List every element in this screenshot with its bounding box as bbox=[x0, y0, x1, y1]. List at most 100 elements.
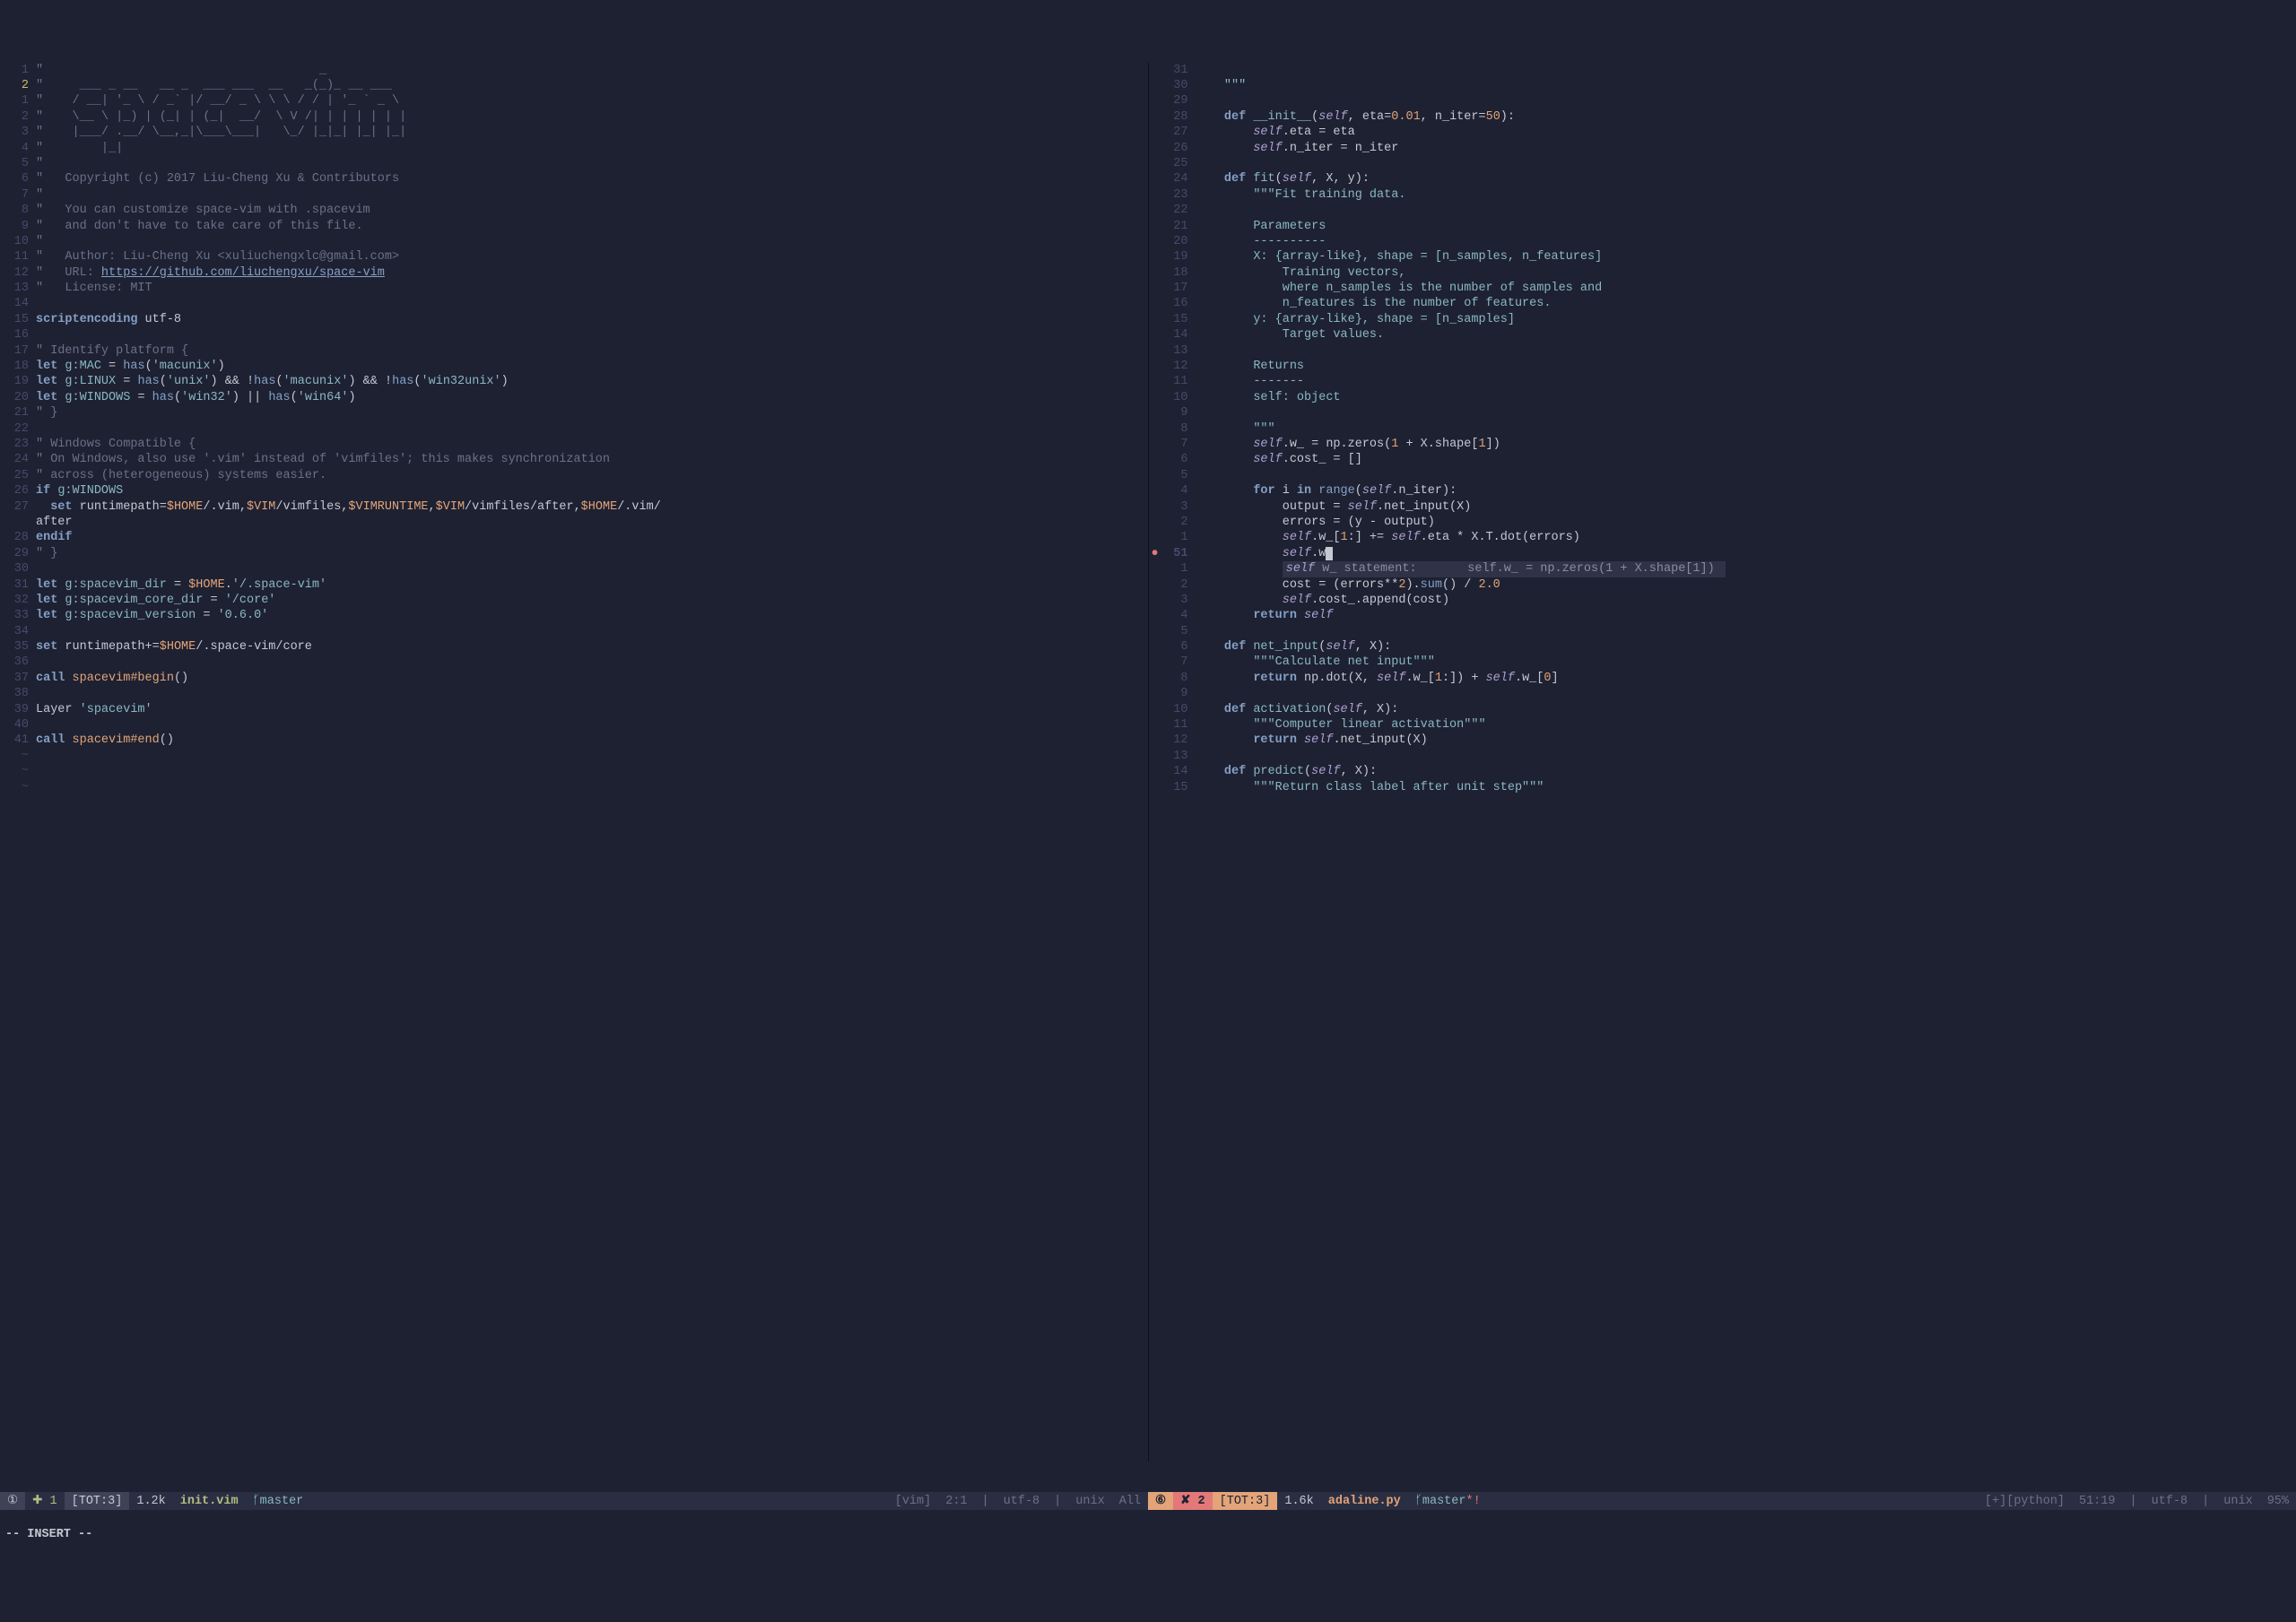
code-line[interactable]: 13 bbox=[1149, 343, 2296, 359]
code-line[interactable]: 8 """ bbox=[1149, 421, 2296, 437]
right-status-ff: unix bbox=[2216, 1492, 2259, 1510]
code-line[interactable]: 16 n_features is the number of features. bbox=[1149, 296, 2296, 311]
code-line[interactable]: ●51 self.w bbox=[1149, 546, 2296, 561]
right-editor-pane[interactable]: 31 30 """ 29 28 def __init__(self, eta=0… bbox=[1149, 63, 2296, 1462]
code-line[interactable]: 29 bbox=[1149, 93, 2296, 108]
code-line[interactable]: 21 Parameters bbox=[1149, 219, 2296, 234]
code-line[interactable]: 4 for i in range(self.n_iter): bbox=[1149, 483, 2296, 499]
code-line[interactable]: 32let g:spacevim_core_dir = '/core' bbox=[0, 593, 1148, 608]
code-line[interactable]: 24" On Windows, also use '.vim' instead … bbox=[0, 452, 1148, 467]
code-line[interactable]: 1 self.w_[1:] += self.eta * X.T.dot(erro… bbox=[1149, 530, 2296, 545]
code-line[interactable]: 9 bbox=[1149, 686, 2296, 701]
code-line[interactable]: 3 self.cost_.append(cost) bbox=[1149, 593, 2296, 608]
code-line[interactable]: 21" } bbox=[0, 405, 1148, 421]
code-line[interactable]: 39Layer 'spacevim' bbox=[0, 702, 1148, 717]
code-line[interactable]: 12 return self.net_input(X) bbox=[1149, 733, 2296, 748]
code-line[interactable]: 3" |___/ .__/ \__,_|\___\___| \_/ |_|_| … bbox=[0, 125, 1148, 140]
left-status-filename: init.vim bbox=[173, 1492, 246, 1510]
code-line[interactable]: 26if g:WINDOWS bbox=[0, 483, 1148, 499]
code-line[interactable]: 6 def net_input(self, X): bbox=[1149, 639, 2296, 655]
code-line[interactable]: 9" and don't have to take care of this f… bbox=[0, 219, 1148, 234]
code-line[interactable]: 2 cost = (errors**2).sum() / 2.0 bbox=[1149, 577, 2296, 593]
code-line[interactable]: 13 bbox=[1149, 749, 2296, 764]
code-line[interactable]: 18let g:MAC = has('macunix') bbox=[0, 359, 1148, 374]
code-line[interactable]: 7 self.w_ = np.zeros(1 + X.shape[1]) bbox=[1149, 437, 2296, 452]
code-line[interactable]: 24 def fit(self, X, y): bbox=[1149, 171, 2296, 186]
code-line[interactable]: 17" Identify platform { bbox=[0, 343, 1148, 359]
code-line[interactable]: 28endif bbox=[0, 530, 1148, 545]
code-line[interactable]: 2" \__ \ |_) | (_| | (_| __/ \ V /| | | … bbox=[0, 109, 1148, 125]
code-line[interactable]: 25" across (heterogeneous) systems easie… bbox=[0, 468, 1148, 483]
completion-popup-item[interactable]: 1 self w_ statement: self.w_ = np.zeros(… bbox=[1149, 561, 2296, 577]
code-line[interactable]: 18 Training vectors, bbox=[1149, 265, 2296, 281]
code-line[interactable]: 10 def activation(self, X): bbox=[1149, 702, 2296, 717]
code-line[interactable]: 40 bbox=[0, 717, 1148, 733]
code-line[interactable]: 15 y: {array-like}, shape = [n_samples] bbox=[1149, 312, 2296, 327]
statusline-row: ① ✚ 1 [TOT:3] 1.2k init.vim ᚶ master [vi… bbox=[0, 1492, 2296, 1510]
code-line[interactable]: 35set runtimepath+=$HOME/.space-vim/core bbox=[0, 639, 1148, 655]
code-line[interactable]: 9 bbox=[1149, 405, 2296, 421]
code-line[interactable]: 11" Author: Liu-Cheng Xu <xuliuchengxlc@… bbox=[0, 249, 1148, 265]
code-line[interactable]: 37call spacevim#begin() bbox=[0, 671, 1148, 686]
code-line[interactable]: 19 X: {array-like}, shape = [n_samples, … bbox=[1149, 249, 2296, 265]
code-line[interactable]: 16 bbox=[0, 327, 1148, 343]
code-line[interactable]: 7" bbox=[0, 187, 1148, 203]
code-line[interactable]: 22 bbox=[0, 421, 1148, 437]
code-line[interactable]: 13" License: MIT bbox=[0, 281, 1148, 296]
code-line[interactable]: 1" / __| '_ \ / _` |/ __/ _ \ \ \ / / | … bbox=[0, 93, 1148, 108]
code-line[interactable]: 33let g:spacevim_version = '0.6.0' bbox=[0, 608, 1148, 623]
code-line[interactable]: 10 self: object bbox=[1149, 390, 2296, 405]
code-line[interactable]: 6" Copyright (c) 2017 Liu-Cheng Xu & Con… bbox=[0, 171, 1148, 186]
code-line[interactable]: 1" _ bbox=[0, 63, 1148, 78]
code-line[interactable]: 29" } bbox=[0, 546, 1148, 561]
code-line[interactable]: 36 bbox=[0, 655, 1148, 670]
code-line[interactable]: after bbox=[0, 515, 1148, 530]
code-line[interactable]: 19let g:LINUX = has('unix') && !has('mac… bbox=[0, 374, 1148, 389]
code-line[interactable]: 31let g:spacevim_dir = $HOME.'/.space-vi… bbox=[0, 577, 1148, 593]
code-line[interactable]: 5 bbox=[1149, 468, 2296, 483]
code-line[interactable]: 26 self.n_iter = n_iter bbox=[1149, 141, 2296, 156]
code-line[interactable]: 14 bbox=[0, 296, 1148, 311]
mode-indicator: -- INSERT -- bbox=[0, 1526, 2296, 1544]
code-line[interactable]: 27 self.eta = eta bbox=[1149, 125, 2296, 140]
code-line[interactable]: 2" ___ _ __ __ _ ___ ___ __ _(_)_ __ ___ bbox=[0, 78, 1148, 93]
code-line[interactable]: 4" |_| bbox=[0, 141, 1148, 156]
code-line[interactable]: 41call spacevim#end() bbox=[0, 733, 1148, 748]
code-line[interactable]: 14 def predict(self, X): bbox=[1149, 764, 2296, 779]
code-line[interactable]: 34 bbox=[0, 624, 1148, 639]
left-status-tot: [TOT:3] bbox=[65, 1492, 130, 1510]
code-line[interactable]: 23" Windows Compatible { bbox=[0, 437, 1148, 452]
code-line[interactable]: 15 """Return class label after unit step… bbox=[1149, 780, 2296, 795]
code-line[interactable]: 22 bbox=[1149, 203, 2296, 218]
code-line[interactable]: 11 ------- bbox=[1149, 374, 2296, 389]
code-line[interactable]: 5" bbox=[0, 156, 1148, 171]
code-line[interactable]: 12 Returns bbox=[1149, 359, 2296, 374]
left-editor-pane[interactable]: 1" _2" ___ _ __ __ _ ___ ___ __ _(_)_ __… bbox=[0, 63, 1149, 1462]
code-line[interactable]: 8 return np.dot(X, self.w_[1:]) + self.w… bbox=[1149, 671, 2296, 686]
code-line[interactable]: 17 where n_samples is the number of samp… bbox=[1149, 281, 2296, 296]
code-line[interactable]: 11 """Computer linear activation""" bbox=[1149, 717, 2296, 733]
code-line[interactable]: 10" bbox=[0, 234, 1148, 249]
code-line[interactable]: 31 bbox=[1149, 63, 2296, 78]
code-line[interactable]: 28 def __init__(self, eta=0.01, n_iter=5… bbox=[1149, 109, 2296, 125]
code-line[interactable]: 38 bbox=[0, 686, 1148, 701]
code-line[interactable]: 14 Target values. bbox=[1149, 327, 2296, 343]
code-line[interactable]: 20let g:WINDOWS = has('win32') || has('w… bbox=[0, 390, 1148, 405]
code-line[interactable]: 30 bbox=[0, 561, 1148, 577]
empty-line-tilde: ~ bbox=[0, 780, 1148, 795]
code-line[interactable]: 15scriptencoding utf-8 bbox=[0, 312, 1148, 327]
code-line[interactable]: 5 bbox=[1149, 624, 2296, 639]
code-line[interactable]: 4 return self bbox=[1149, 608, 2296, 623]
code-line[interactable]: 20 ---------- bbox=[1149, 234, 2296, 249]
code-line[interactable]: 8" You can customize space-vim with .spa… bbox=[0, 203, 1148, 218]
code-line[interactable]: 12" URL: https://github.com/liuchengxu/s… bbox=[0, 265, 1148, 281]
code-line[interactable]: 2 errors = (y - output) bbox=[1149, 515, 2296, 530]
code-line[interactable]: 25 bbox=[1149, 156, 2296, 171]
code-line[interactable]: 7 """Calculate net input""" bbox=[1149, 655, 2296, 670]
code-line[interactable]: 23 """Fit training data. bbox=[1149, 187, 2296, 203]
right-status-percent: 95% bbox=[2260, 1492, 2296, 1510]
code-line[interactable]: 27 set runtimepath=$HOME/.vim,$VIM/vimfi… bbox=[0, 499, 1148, 515]
code-line[interactable]: 3 output = self.net_input(X) bbox=[1149, 499, 2296, 515]
code-line[interactable]: 30 """ bbox=[1149, 78, 2296, 93]
code-line[interactable]: 6 self.cost_ = [] bbox=[1149, 452, 2296, 467]
